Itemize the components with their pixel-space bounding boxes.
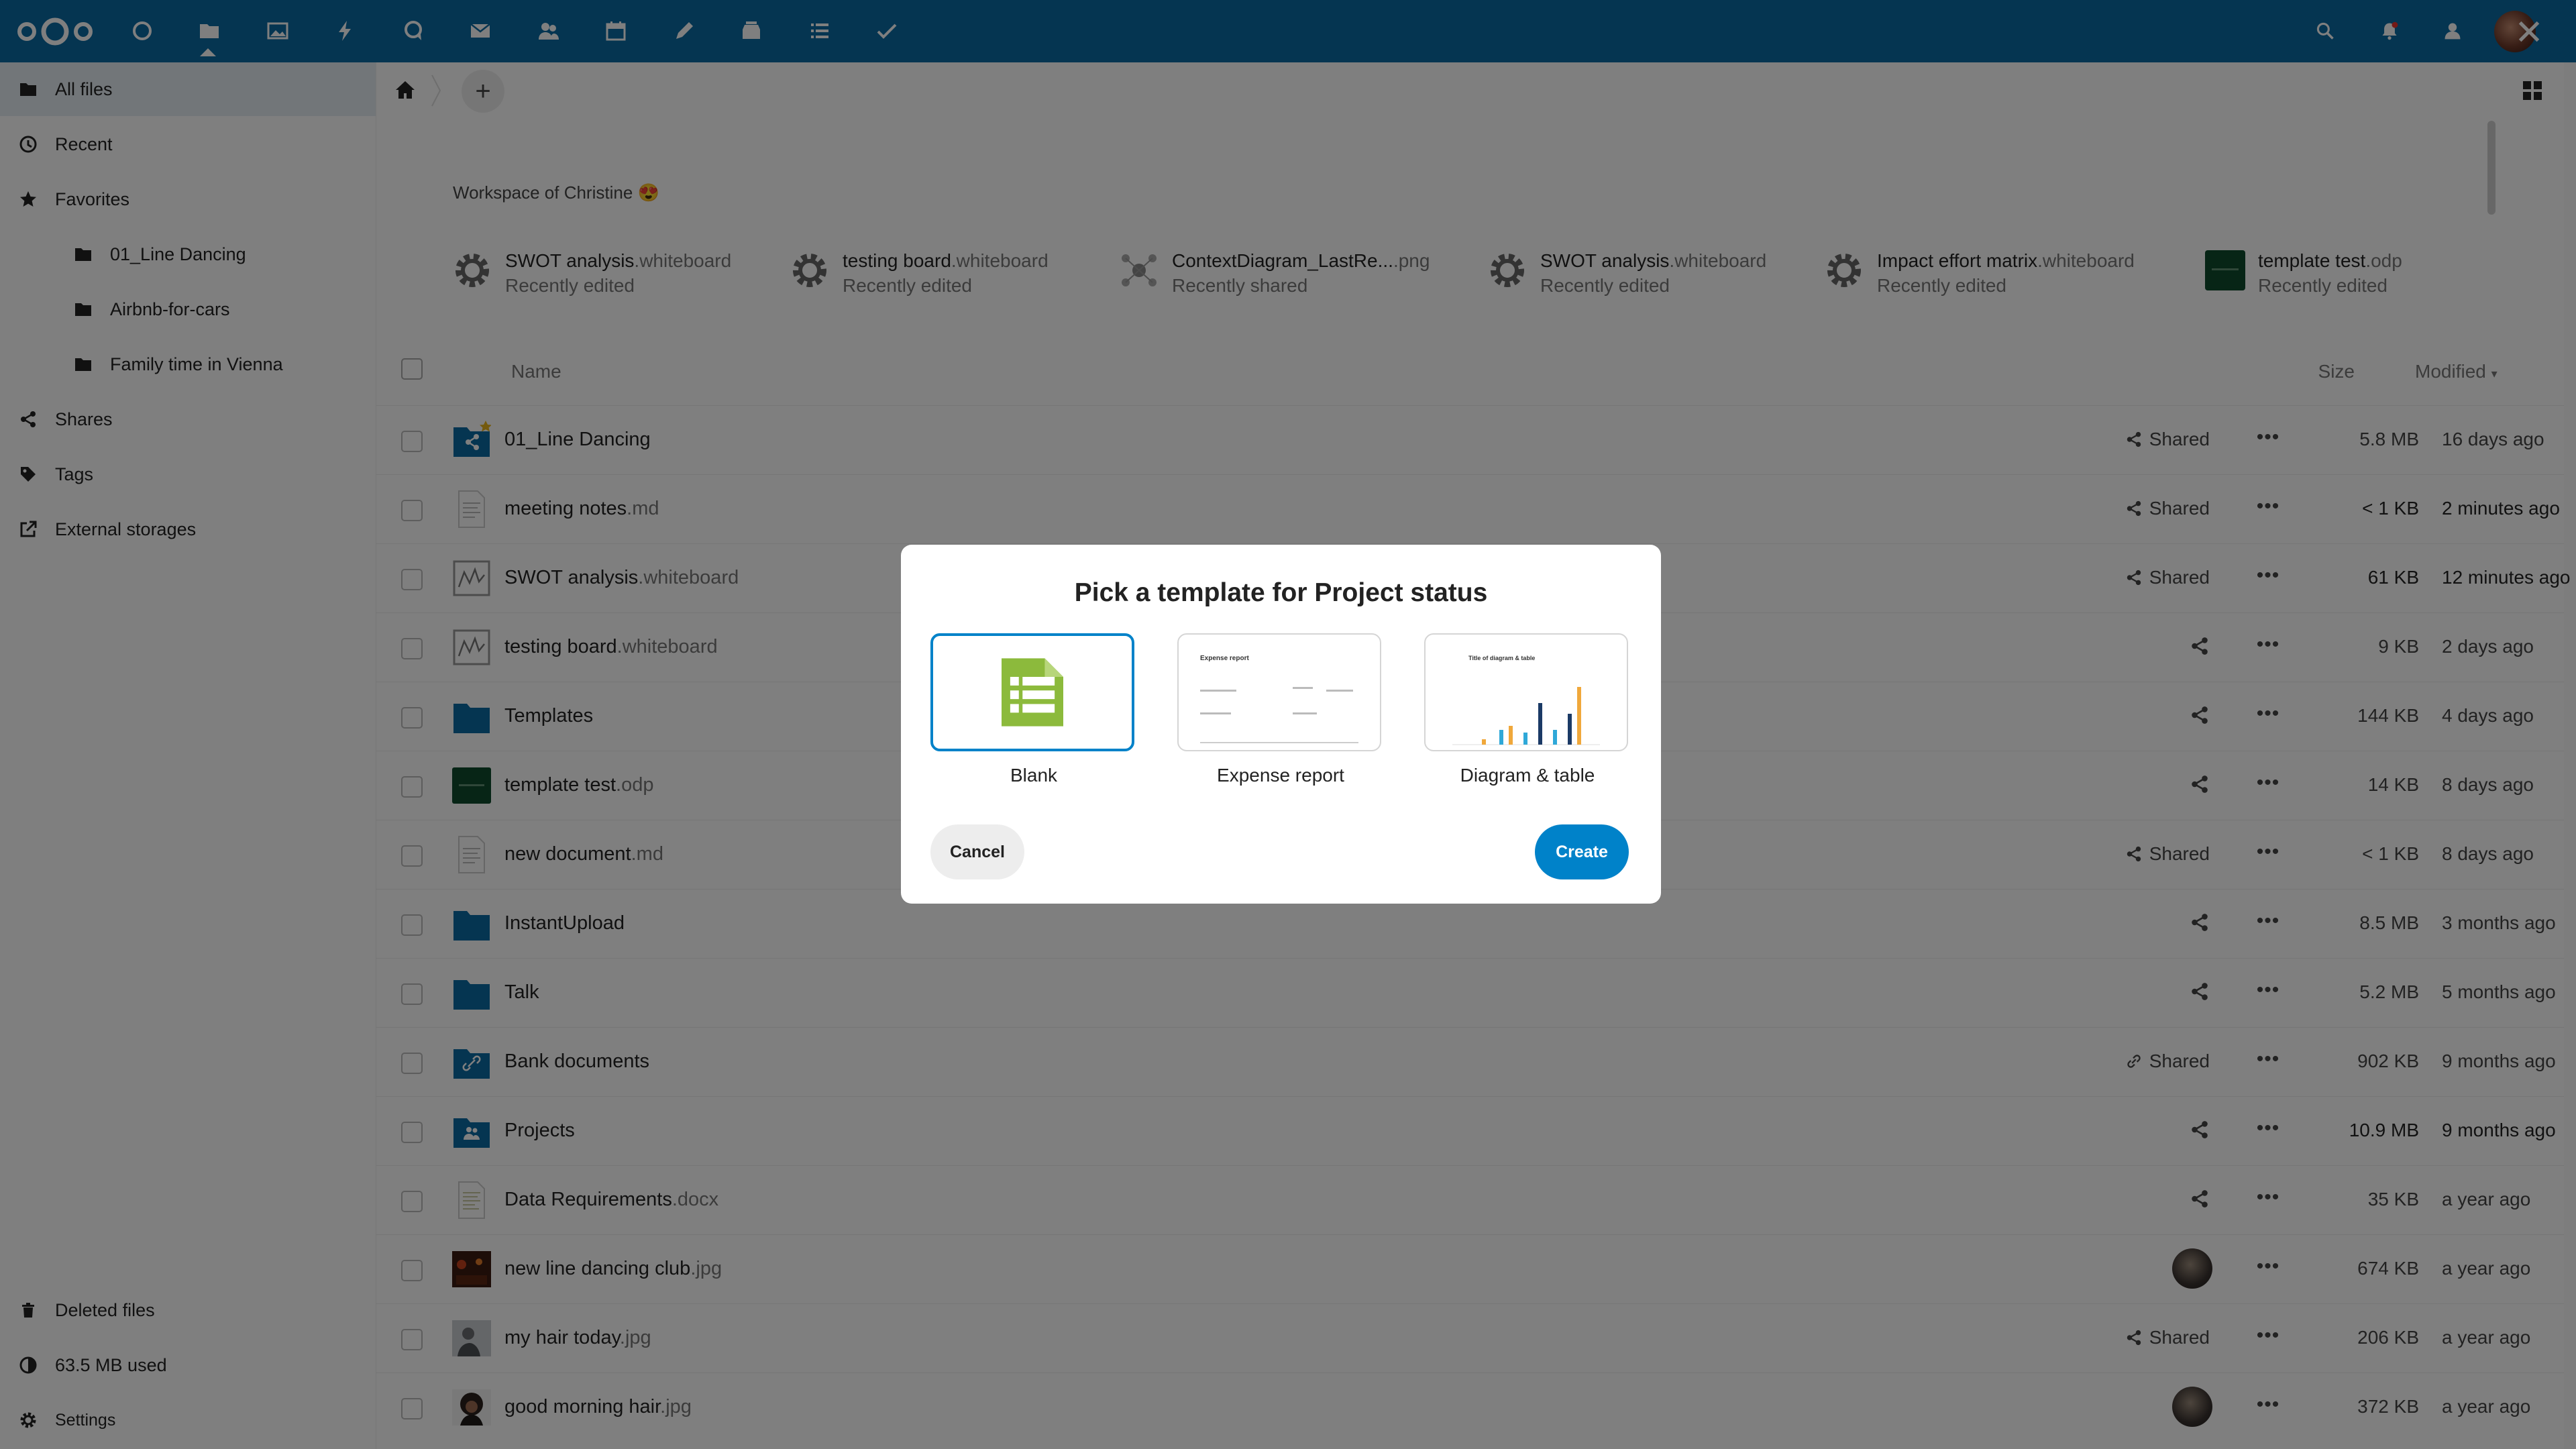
template-label: Diagram & table: [1460, 765, 1595, 786]
bar-chart-thumbnail-icon: [1452, 687, 1600, 745]
preview-line: [1326, 690, 1353, 692]
template-preview: [930, 633, 1134, 751]
template-option-expense-report[interactable]: Expense report Expense report: [1177, 633, 1384, 794]
preview-line: [1200, 712, 1231, 714]
template-preview: Expense report: [1177, 633, 1381, 751]
preview-line: [1200, 742, 1358, 743]
create-button[interactable]: Create: [1535, 824, 1629, 879]
preview-line: [1293, 712, 1317, 714]
template-preview: Title of diagram & table: [1424, 633, 1628, 751]
dialog-title: Pick a template for Project status: [1074, 578, 1488, 607]
template-label: Blank: [1010, 765, 1058, 786]
template-picker-dialog: Pick a template for Project status Blank…: [901, 545, 1661, 904]
template-preview-title: Title of diagram & table: [1468, 655, 1536, 661]
template-option-blank[interactable]: Blank: [930, 633, 1137, 794]
template-option-diagram-table[interactable]: Title of diagram & table Diagram & table: [1424, 633, 1631, 794]
template-preview-title: Expense report: [1200, 655, 1249, 662]
preview-line: [1200, 690, 1236, 692]
preview-line: [1293, 687, 1313, 689]
template-label: Expense report: [1217, 765, 1344, 786]
cancel-button[interactable]: Cancel: [930, 824, 1024, 879]
spreadsheet-icon: [1002, 658, 1063, 727]
